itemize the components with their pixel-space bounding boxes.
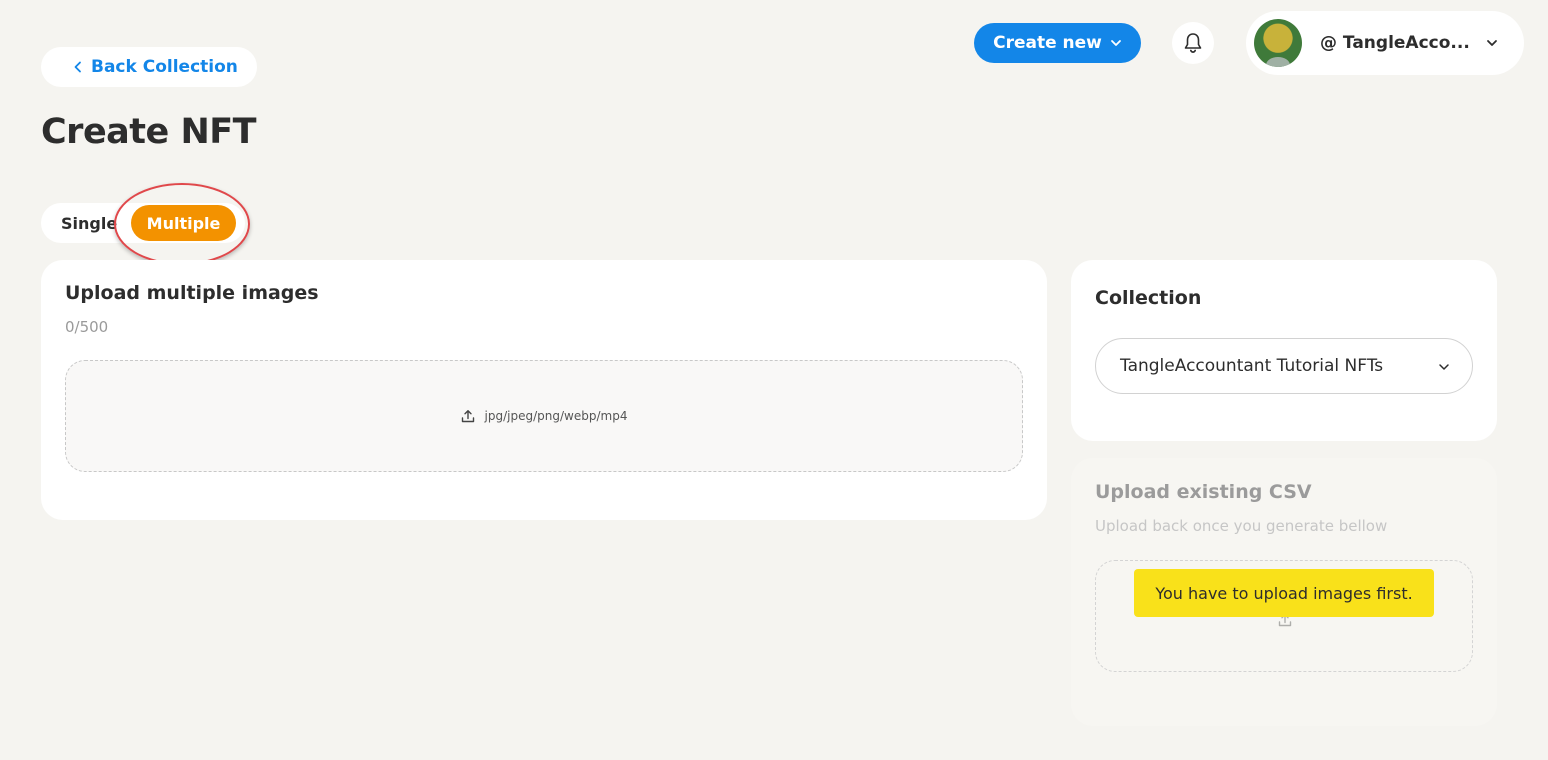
upload-counter: 0/500 [65, 318, 109, 336]
collection-selected-value: TangleAccountant Tutorial NFTs [1120, 356, 1384, 376]
upload-icon [461, 409, 475, 423]
image-dropzone[interactable]: jpg/jpeg/png/webp/mp4 [65, 360, 1023, 472]
upload-images-first-tooltip: You have to upload images first. [1134, 569, 1434, 617]
create-new-button[interactable]: Create new [974, 23, 1141, 63]
mode-toggle: Single Multiple [41, 203, 245, 243]
chevron-down-icon [1438, 361, 1450, 373]
chevron-down-icon [1486, 37, 1498, 49]
collection-title: Collection [1095, 287, 1202, 309]
bell-icon [1183, 32, 1203, 54]
csv-upload-subtitle: Upload back once you generate bellow [1095, 517, 1388, 535]
upload-images-card: Upload multiple images 0/500 jpg/jpeg/pn… [41, 260, 1047, 520]
profile-menu[interactable]: @ TangleAcco... [1246, 11, 1524, 75]
back-collection-label: Back Collection [91, 57, 238, 77]
notifications-button[interactable] [1172, 22, 1214, 64]
avatar [1254, 19, 1302, 67]
chevron-down-icon [1110, 37, 1122, 49]
tab-single[interactable]: Single [61, 203, 117, 243]
accepted-formats: jpg/jpeg/png/webp/mp4 [484, 409, 628, 423]
collection-card: Collection TangleAccountant Tutorial NFT… [1071, 260, 1497, 441]
page-title: Create NFT [41, 112, 257, 152]
profile-name: @ TangleAcco... [1320, 33, 1470, 53]
upload-images-title: Upload multiple images [65, 282, 319, 304]
back-collection-button[interactable]: Back Collection [41, 47, 257, 87]
collection-select[interactable]: TangleAccountant Tutorial NFTs [1095, 338, 1473, 394]
csv-upload-title: Upload existing CSV [1095, 481, 1312, 503]
chevron-left-icon [73, 61, 83, 73]
tab-multiple[interactable]: Multiple [131, 205, 236, 241]
create-new-label: Create new [993, 33, 1102, 53]
